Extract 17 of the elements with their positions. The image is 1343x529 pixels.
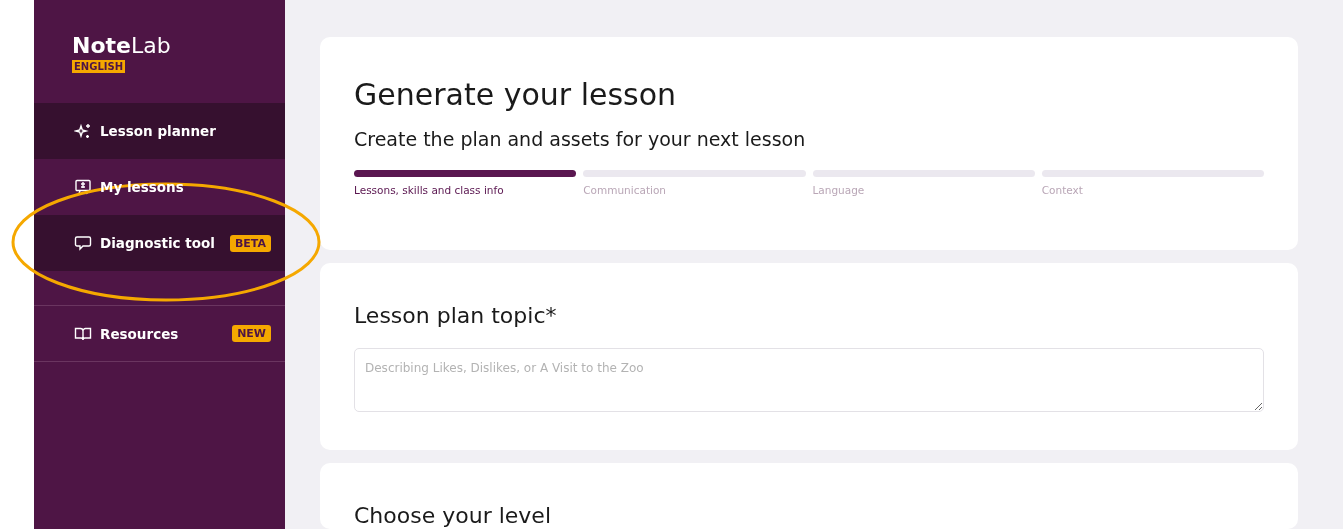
nav-item[interactable]: Resources NEW	[34, 306, 285, 362]
nav-badge: BETA	[229, 234, 271, 252]
page-title: Generate your lesson	[354, 77, 678, 112]
section-title: Choose your level	[354, 503, 552, 528]
book-icon	[74, 325, 92, 342]
presentation-board-icon	[74, 179, 92, 195]
section-title: Lesson plan topic*	[354, 303, 558, 328]
nav-item[interactable]: Diagnostic tool BETA	[34, 215, 285, 271]
nav-badge: NEW	[232, 325, 271, 342]
app-logo[interactable]: NoteLab	[72, 34, 171, 58]
logo-badge: ENGLISH	[72, 60, 126, 73]
topic-input-field[interactable]: Describing Likes, Dislikes, or A Visit to the Zoo	[354, 348, 1264, 412]
nav-item[interactable]: Lesson planner	[34, 103, 285, 159]
sparkle-icon	[74, 123, 92, 139]
page-subtitle: Create the plan and assets for your next lesson	[354, 128, 807, 150]
chat-bubbles-icon	[74, 235, 92, 251]
progress-step-label[interactable]: Lessons, skills and class info	[354, 184, 577, 196]
